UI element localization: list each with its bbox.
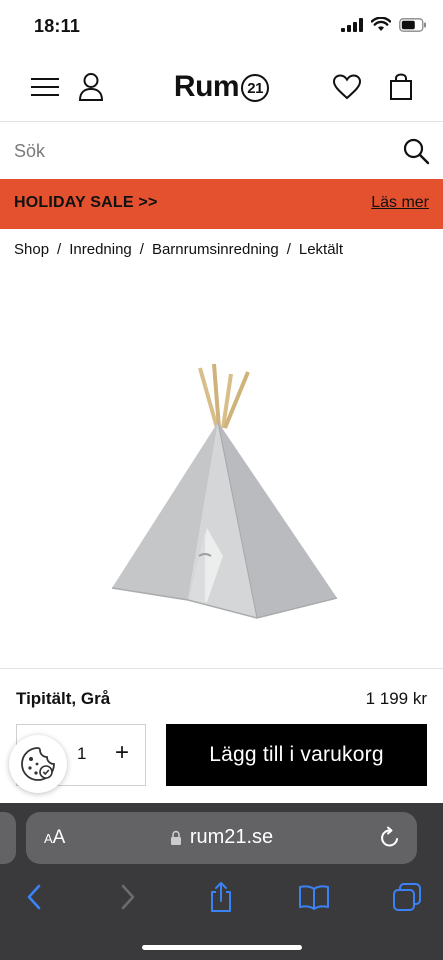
read-more-link[interactable]: Läs mer: [371, 194, 429, 212]
site-header: Rum 21: [0, 52, 443, 122]
browser-bottom-bar: AAAA rum21.se: [0, 803, 443, 960]
breadcrumb-separator: /: [57, 241, 62, 258]
shopping-bag-icon[interactable]: [384, 70, 418, 104]
holiday-sale-banner[interactable]: HOLIDAY SALE >> Läs mer: [0, 179, 443, 229]
status-bar: 18:11: [0, 0, 443, 52]
cookie-settings-button[interactable]: [9, 735, 67, 793]
bookmarks-icon[interactable]: [298, 881, 330, 913]
heart-icon[interactable]: [330, 70, 364, 104]
search-input[interactable]: [14, 137, 384, 165]
search-icon[interactable]: [401, 136, 431, 166]
status-icons: [341, 17, 427, 32]
breadcrumb-separator: /: [286, 241, 291, 258]
logo-text: Rum: [173, 70, 240, 103]
browser-toolbar: [0, 875, 443, 919]
home-indicator[interactable]: [142, 945, 302, 950]
status-time: 18:11: [34, 16, 81, 36]
product-image[interactable]: [105, 360, 345, 630]
breadcrumb-separator: /: [139, 241, 144, 258]
tabs-icon[interactable]: [391, 881, 423, 913]
breadcrumb-shop[interactable]: Shop: [14, 241, 49, 258]
banner-text: HOLIDAY SALE >>: [14, 194, 158, 211]
share-icon[interactable]: [205, 881, 237, 913]
logo-number: 21: [241, 74, 270, 102]
quantity-value[interactable]: 1: [77, 744, 86, 764]
breadcrumb-inredning[interactable]: Inredning: [69, 241, 132, 258]
url-display[interactable]: rum21.se: [26, 826, 417, 849]
product-purchase-bar: Tipitält, Grå 1 199 kr 1 + Lägg till i v…: [0, 668, 443, 803]
reload-icon[interactable]: [377, 825, 403, 851]
product-price: 1 199 kr: [365, 689, 427, 708]
lock-icon: [170, 830, 181, 845]
url-text: rum21.se: [189, 826, 274, 848]
back-icon[interactable]: [18, 881, 50, 913]
breadcrumb-lektalt: Lektält: [298, 241, 344, 258]
breadcrumb-barnrumsinredning[interactable]: Barnrumsinredning: [152, 241, 279, 258]
search-bar: [0, 123, 443, 179]
add-to-cart-button[interactable]: Lägg till i varukorg: [166, 724, 427, 786]
wifi-icon: [371, 17, 391, 31]
forward-icon[interactable]: [112, 881, 144, 913]
address-bar[interactable]: AAAA rum21.se: [26, 812, 417, 864]
increase-quantity-button[interactable]: +: [109, 740, 135, 766]
previous-tab-preview[interactable]: [0, 812, 16, 864]
cookie-icon: [21, 747, 55, 781]
site-logo[interactable]: Rum 21: [0, 70, 443, 104]
product-name: Tipitält, Grå: [16, 689, 111, 708]
signal-icon: [341, 17, 363, 32]
battery-icon: [399, 17, 426, 32]
breadcrumb: Shop / Inredning / Barnrumsinredning / L…: [14, 241, 343, 258]
